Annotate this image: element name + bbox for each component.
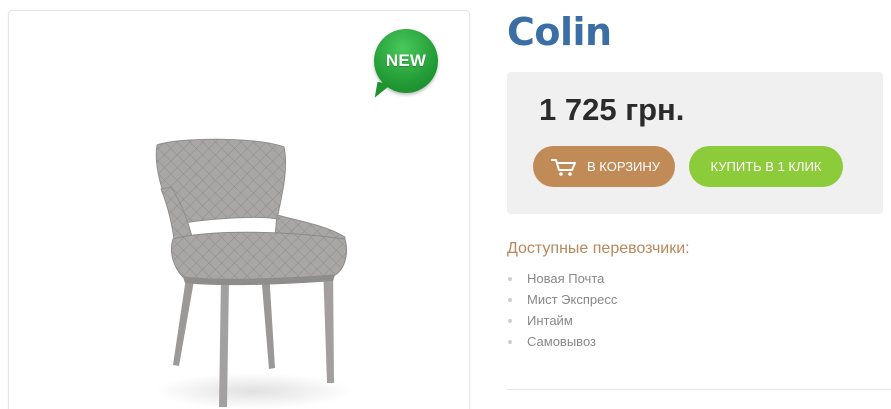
carrier-label: Новая Почта [527, 271, 605, 286]
carrier-label: Самовывоз [527, 334, 596, 349]
add-to-cart-label: В КОРЗИНУ [587, 159, 661, 174]
carriers-heading: Доступные перевозчики: [507, 240, 690, 257]
new-badge-label: NEW [385, 51, 427, 70]
bullet-icon [508, 276, 512, 281]
carrier-item: Мист Экспресс [508, 289, 617, 310]
product-price: 1 725 грн. [539, 92, 685, 127]
buy-one-click-button[interactable]: КУПИТЬ В 1 КЛИК [689, 146, 843, 187]
price-box: 1 725 грн. В КОРЗИНУ КУПИТЬ В 1 КЛИК [507, 72, 883, 214]
product-image-card: NEW [8, 10, 470, 409]
new-badge-icon: NEW [369, 29, 441, 95]
carrier-label: Мист Экспресс [527, 292, 618, 307]
carrier-item: Интайм [508, 310, 617, 331]
product-image[interactable] [139, 129, 369, 409]
buy-one-click-label: КУПИТЬ В 1 КЛИК [710, 159, 822, 174]
divider [507, 389, 891, 390]
add-to-cart-button[interactable]: В КОРЗИНУ [533, 146, 675, 187]
carrier-item: Новая Почта [508, 268, 617, 289]
cart-icon [551, 158, 576, 176]
bullet-icon [508, 318, 512, 323]
product-title: Colin [507, 10, 612, 54]
carriers-list: Новая Почта Мист Экспресс Интайм Самовыв… [508, 268, 617, 352]
carrier-label: Интайм [527, 313, 573, 328]
carrier-item: Самовывоз [508, 331, 617, 352]
bullet-icon [508, 339, 512, 344]
bullet-icon [508, 297, 512, 302]
